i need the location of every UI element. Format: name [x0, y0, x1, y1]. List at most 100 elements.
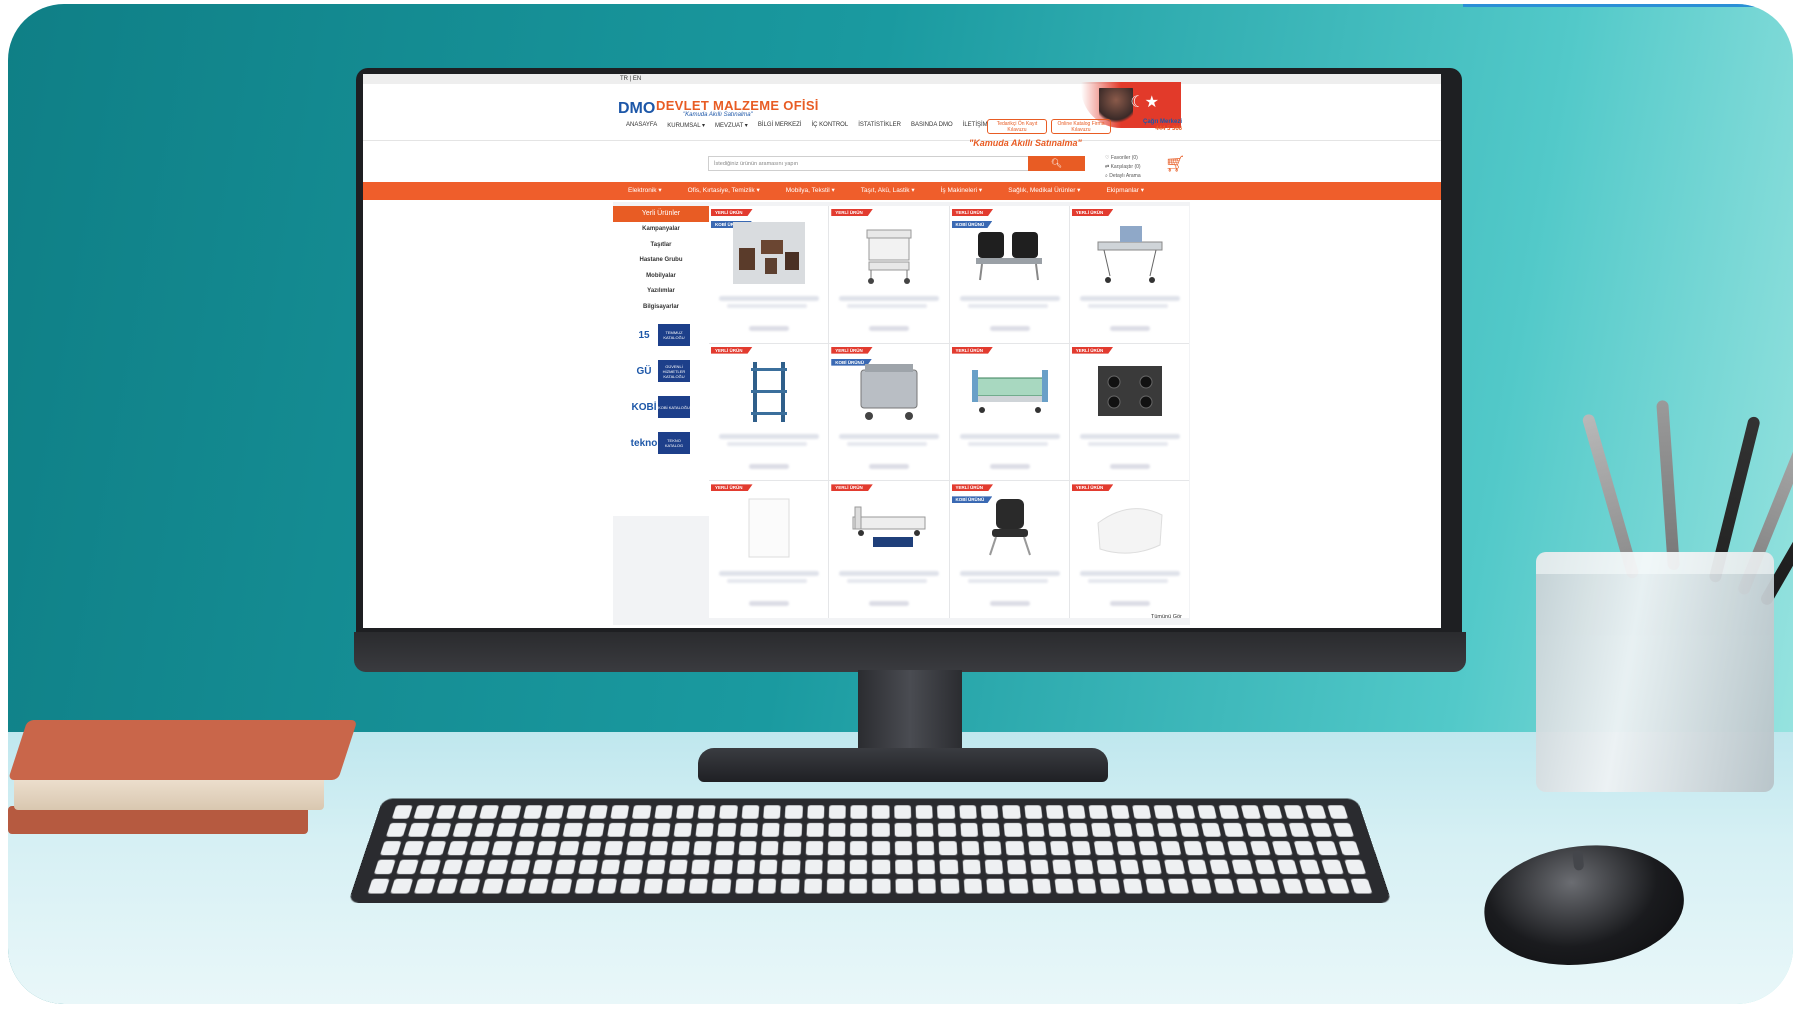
catalog-badge[interactable]: tekno TEKNO KATALOG [631, 431, 690, 455]
product-grid: YERLİ ÜRÜN KOBİ ÜRÜNÜ YERLİ ÜRÜN YERLİ ÜRÜN… [709, 206, 1189, 618]
keyboard-key [940, 878, 960, 894]
sidebar-item[interactable]: Taşıtlar [613, 238, 709, 254]
keyboard-key [464, 859, 486, 875]
dmo-logo[interactable]: DMO [618, 94, 655, 122]
catalog-badge[interactable]: GÜ GÜVENLİ HİZMETLER KATALOĞU [632, 359, 690, 383]
product-title-blurred [1087, 579, 1168, 584]
sidebar: Yerli Ürünler Kampanyalar Taşıtlar Hastane… [613, 206, 709, 516]
keyboard-key [379, 841, 402, 856]
keyboard-key [806, 822, 824, 837]
search-input[interactable]: İstediğiniz ürünün aramasını yapın [708, 156, 1030, 171]
keyboard-key [983, 841, 1002, 856]
product-image[interactable] [849, 218, 929, 288]
cart-icon[interactable]: 🛒︎ [1165, 154, 1185, 174]
keyboard-key [1110, 805, 1130, 819]
keyboard-key [734, 878, 754, 894]
category-item[interactable]: Ekipmanlar ▾ [1106, 182, 1144, 200]
product-card[interactable]: YERLİ ÜRÜN [829, 206, 949, 343]
product-card[interactable]: YERLİ ÜRÜN [1069, 206, 1189, 343]
language-switcher[interactable]: TR | EN [620, 76, 641, 82]
new-product-tag: YERLİ ÜRÜN [951, 484, 994, 492]
sidebar-item[interactable]: Bilgisayarlar [613, 300, 709, 316]
sidebar-header[interactable]: Yerli Ürünler [613, 206, 709, 222]
category-item[interactable]: Elektronik ▾ [628, 182, 662, 200]
product-image[interactable] [729, 356, 809, 426]
product-image[interactable] [729, 218, 809, 288]
keyboard-key [781, 859, 801, 875]
quick-link[interactable]: ♡ Favoriler (0) [1105, 154, 1141, 163]
catalog-badge-label: KOBİ KATALOĞU [658, 396, 690, 418]
category-item[interactable]: Taşıt, Akü, Lastik ▾ [861, 182, 915, 200]
catalog-badge[interactable]: KOBİ KOBİ KATALOĞU [632, 395, 690, 419]
quick-link[interactable]: ⌕ Detaylı Arama [1105, 172, 1141, 181]
nav-item[interactable]: BASINDA DMO [911, 122, 953, 129]
nav-item[interactable]: MEVZUAT ▾ [715, 122, 748, 129]
category-item[interactable]: Ofis, Kırtasiye, Temizlik ▾ [688, 182, 760, 200]
monitor-stand [858, 670, 962, 760]
keyboard-key [532, 859, 554, 875]
keyboard-key [1327, 878, 1350, 894]
keyboard-key [1283, 805, 1305, 819]
keyboard-key [872, 841, 890, 856]
category-item[interactable]: Mobilya, Tekstil ▾ [786, 182, 835, 200]
product-card[interactable]: YERLİ ÜRÜN KOBİ ÜRÜNÜ [709, 206, 829, 343]
keyboard-key [675, 805, 695, 819]
product-card[interactable]: YERLİ ÜRÜN KOBİ ÜRÜNÜ [949, 481, 1069, 618]
sidebar-item[interactable]: Yazılımlar [613, 284, 709, 300]
product-card[interactable]: YERLİ ÜRÜN [829, 481, 949, 618]
product-image[interactable] [970, 218, 1050, 288]
product-image[interactable] [970, 356, 1050, 426]
category-item[interactable]: İş Makineleri ▾ [941, 182, 983, 200]
product-image[interactable] [849, 493, 929, 563]
see-all-link[interactable]: Tümünü Gör [1151, 614, 1182, 620]
product-image[interactable] [849, 356, 929, 426]
product-image[interactable] [1090, 356, 1170, 426]
keyboard-key [1153, 805, 1174, 819]
call-center[interactable]: Çağrı Merkezi 444 5 366 [1143, 119, 1182, 133]
product-card[interactable]: YERLİ ÜRÜN [949, 343, 1069, 481]
nav-item[interactable]: ANASAYFA [626, 122, 657, 129]
keyboard-key [1005, 841, 1025, 856]
product-image[interactable] [729, 493, 809, 563]
keyboard-key [804, 859, 823, 875]
product-card[interactable]: YERLİ ÜRÜN [709, 481, 829, 618]
product-image[interactable] [970, 493, 1050, 563]
keyboard-key [629, 822, 649, 837]
product-card[interactable]: YERLİ ÜRÜN [709, 343, 829, 481]
quick-link[interactable]: ⇄ Karşılaştır (0) [1105, 163, 1141, 172]
sidebar-item[interactable]: Kampanyalar [613, 222, 709, 238]
nav-item[interactable]: KURUMSAL ▾ [667, 122, 705, 129]
keyboard-key [759, 859, 778, 875]
nav-item[interactable]: BİLGİ MERKEZİ [758, 122, 802, 129]
keyboard-key [600, 859, 621, 875]
keyboard-key [514, 841, 535, 856]
preregistration-guide-button[interactable]: Tedarikçi Ön Kayıt Kılavuzu [987, 119, 1047, 134]
product-price-blurred [749, 601, 789, 607]
product-image[interactable] [1090, 493, 1170, 563]
product-price-blurred [869, 326, 910, 331]
search-button[interactable]: 🔍︎ [1028, 156, 1085, 171]
keyboard-key [688, 878, 709, 894]
nav-item[interactable]: İLETİŞİM [963, 122, 988, 129]
sidebar-item[interactable]: Mobilyalar [613, 269, 709, 285]
keyboard-key [1244, 822, 1266, 837]
category-item[interactable]: Sağlık, Medikal Ürünler ▾ [1008, 182, 1080, 200]
nav-item[interactable]: İÇ KONTROL [812, 122, 849, 129]
catalog-guide-button[interactable]: Online Katalog Firma Kılavuzu [1051, 119, 1111, 134]
quick-links: ♡ Favoriler (0) ⇄ Karşılaştır (0) ⌕ Detayl… [1105, 154, 1141, 181]
keyboard-key [620, 878, 641, 894]
product-image[interactable] [1090, 218, 1170, 288]
catalog-badge[interactable]: 15 TEMMUZ KATALOĞU [632, 323, 690, 347]
product-card[interactable]: YERLİ ÜRÜN KOBİ ÜRÜNÜ [829, 343, 949, 481]
keyboard-key [691, 859, 711, 875]
product-price-blurred [989, 463, 1030, 469]
keyboard-key [981, 822, 1001, 837]
nav-item[interactable]: İSTATİSTİKLER [858, 122, 901, 129]
keyboard-key [1240, 805, 1261, 819]
product-card[interactable]: YERLİ ÜRÜN [1069, 481, 1189, 618]
sidebar-item[interactable]: Hastane Grubu [613, 253, 709, 269]
top-bar [363, 74, 1441, 84]
keyboard-key [518, 822, 539, 837]
product-card[interactable]: YERLİ ÜRÜN KOBİ ÜRÜNÜ [949, 206, 1069, 343]
product-card[interactable]: YERLİ ÜRÜN [1069, 343, 1189, 481]
